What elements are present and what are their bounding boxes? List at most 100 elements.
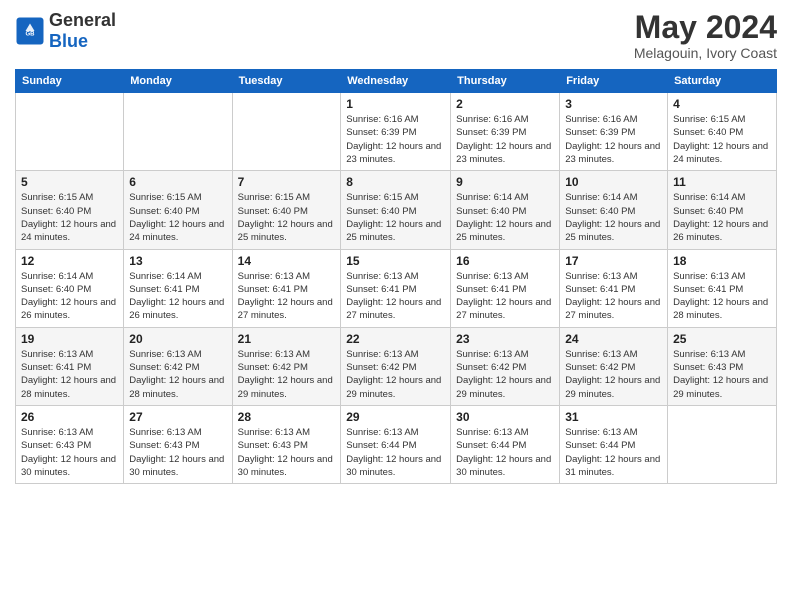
day-info: Sunrise: 6:13 AM Sunset: 6:44 PM Dayligh…: [565, 426, 662, 479]
day-number: 28: [238, 410, 336, 424]
calendar-cell: 15 Sunrise: 6:13 AM Sunset: 6:41 PM Dayli…: [341, 249, 451, 327]
calendar-cell: 7Sunrise: 6:15 AM Sunset: 6:40 PM Daylig…: [232, 171, 341, 249]
day-info: Sunrise: 6:13 AM Sunset: 6:42 PM Dayligh…: [238, 348, 336, 401]
calendar-cell: 12 Sunrise: 6:14 AM Sunset: 6:40 PM Dayli…: [16, 249, 124, 327]
calendar-cell: 16 Sunrise: 6:13 AM Sunset: 6:41 PM Dayli…: [451, 249, 560, 327]
calendar-cell: 23 Sunrise: 6:13 AM Sunset: 6:42 PM Dayli…: [451, 327, 560, 405]
day-number: 18: [673, 254, 771, 268]
logo-icon: GB: [15, 16, 45, 46]
day-info: Sunrise: 6:13 AM Sunset: 6:43 PM Dayligh…: [238, 426, 336, 479]
calendar-cell: 27 Sunrise: 6:13 AM Sunset: 6:43 PM Dayli…: [124, 405, 232, 483]
calendar-cell: [124, 93, 232, 171]
day-info: Sunrise: 6:14 AM Sunset: 6:40 PM Dayligh…: [456, 191, 554, 244]
week-row-3: 19 Sunrise: 6:13 AM Sunset: 6:41 PM Dayli…: [16, 327, 777, 405]
title-block: May 2024 Melagouin, Ivory Coast: [634, 10, 777, 61]
week-row-2: 12 Sunrise: 6:14 AM Sunset: 6:40 PM Dayli…: [16, 249, 777, 327]
day-number: 26: [21, 410, 118, 424]
day-info: Sunrise: 6:13 AM Sunset: 6:44 PM Dayligh…: [346, 426, 445, 479]
day-number: 10: [565, 175, 662, 189]
day-info: Sunrise: 6:13 AM Sunset: 6:41 PM Dayligh…: [456, 270, 554, 323]
header-cell-sunday: Sunday: [16, 70, 124, 93]
day-info: Sunrise: 6:13 AM Sunset: 6:43 PM Dayligh…: [673, 348, 771, 401]
day-info: Sunrise: 6:15 AM Sunset: 6:40 PM Dayligh…: [673, 113, 771, 166]
day-number: 1: [346, 97, 445, 111]
day-info: Sunrise: 6:13 AM Sunset: 6:42 PM Dayligh…: [456, 348, 554, 401]
day-info: Sunrise: 6:15 AM Sunset: 6:40 PM Dayligh…: [346, 191, 445, 244]
day-number: 15: [346, 254, 445, 268]
day-info: Sunrise: 6:13 AM Sunset: 6:42 PM Dayligh…: [565, 348, 662, 401]
calendar-cell: 11 Sunrise: 6:14 AM Sunset: 6:40 PM Dayli…: [668, 171, 777, 249]
day-info: Sunrise: 6:13 AM Sunset: 6:41 PM Dayligh…: [21, 348, 118, 401]
day-number: 20: [129, 332, 226, 346]
calendar-cell: 29 Sunrise: 6:13 AM Sunset: 6:44 PM Dayli…: [341, 405, 451, 483]
calendar-cell: 2Sunrise: 6:16 AM Sunset: 6:39 PM Daylig…: [451, 93, 560, 171]
day-info: Sunrise: 6:13 AM Sunset: 6:41 PM Dayligh…: [565, 270, 662, 323]
svg-text:GB: GB: [26, 32, 36, 38]
day-number: 2: [456, 97, 554, 111]
logo: GB General Blue: [15, 10, 116, 52]
header-cell-thursday: Thursday: [451, 70, 560, 93]
day-number: 25: [673, 332, 771, 346]
calendar-cell: 13Sunrise: 6:14 AM Sunset: 6:41 PM Dayli…: [124, 249, 232, 327]
header-cell-tuesday: Tuesday: [232, 70, 341, 93]
calendar-cell: 3Sunrise: 6:16 AM Sunset: 6:39 PM Daylig…: [560, 93, 668, 171]
calendar-cell: 10 Sunrise: 6:14 AM Sunset: 6:40 PM Dayli…: [560, 171, 668, 249]
calendar-cell: 8 Sunrise: 6:15 AM Sunset: 6:40 PM Daylig…: [341, 171, 451, 249]
calendar-table: SundayMondayTuesdayWednesdayThursdayFrid…: [15, 69, 777, 484]
calendar-header: SundayMondayTuesdayWednesdayThursdayFrid…: [16, 70, 777, 93]
day-info: Sunrise: 6:13 AM Sunset: 6:42 PM Dayligh…: [346, 348, 445, 401]
day-number: 14: [238, 254, 336, 268]
calendar-cell: [16, 93, 124, 171]
day-info: Sunrise: 6:13 AM Sunset: 6:44 PM Dayligh…: [456, 426, 554, 479]
logo-text: General Blue: [49, 10, 116, 52]
day-number: 17: [565, 254, 662, 268]
day-info: Sunrise: 6:16 AM Sunset: 6:39 PM Dayligh…: [565, 113, 662, 166]
day-number: 23: [456, 332, 554, 346]
calendar-cell: 19 Sunrise: 6:13 AM Sunset: 6:41 PM Dayli…: [16, 327, 124, 405]
day-number: 22: [346, 332, 445, 346]
header-cell-wednesday: Wednesday: [341, 70, 451, 93]
day-info: Sunrise: 6:14 AM Sunset: 6:40 PM Dayligh…: [21, 270, 118, 323]
week-row-4: 26 Sunrise: 6:13 AM Sunset: 6:43 PM Dayli…: [16, 405, 777, 483]
week-row-0: 1 Sunrise: 6:16 AM Sunset: 6:39 PM Daylig…: [16, 93, 777, 171]
subtitle: Melagouin, Ivory Coast: [634, 45, 777, 61]
header-cell-monday: Monday: [124, 70, 232, 93]
day-info: Sunrise: 6:13 AM Sunset: 6:41 PM Dayligh…: [238, 270, 336, 323]
day-number: 8: [346, 175, 445, 189]
day-info: Sunrise: 6:15 AM Sunset: 6:40 PM Dayligh…: [21, 191, 118, 244]
day-number: 16: [456, 254, 554, 268]
day-info: Sunrise: 6:14 AM Sunset: 6:40 PM Dayligh…: [673, 191, 771, 244]
calendar-cell: 30 Sunrise: 6:13 AM Sunset: 6:44 PM Dayli…: [451, 405, 560, 483]
calendar-cell: 26Sunrise: 6:13 AM Sunset: 6:43 PM Dayli…: [16, 405, 124, 483]
calendar-cell: [668, 405, 777, 483]
header-cell-friday: Friday: [560, 70, 668, 93]
day-number: 31: [565, 410, 662, 424]
calendar-cell: 1 Sunrise: 6:16 AM Sunset: 6:39 PM Daylig…: [341, 93, 451, 171]
main-title: May 2024: [634, 10, 777, 45]
calendar-cell: 31 Sunrise: 6:13 AM Sunset: 6:44 PM Dayli…: [560, 405, 668, 483]
day-info: Sunrise: 6:13 AM Sunset: 6:42 PM Dayligh…: [129, 348, 226, 401]
day-number: 9: [456, 175, 554, 189]
calendar-cell: 6Sunrise: 6:15 AM Sunset: 6:40 PM Daylig…: [124, 171, 232, 249]
day-info: Sunrise: 6:14 AM Sunset: 6:41 PM Dayligh…: [129, 270, 226, 323]
calendar-cell: 28 Sunrise: 6:13 AM Sunset: 6:43 PM Dayli…: [232, 405, 341, 483]
day-info: Sunrise: 6:16 AM Sunset: 6:39 PM Dayligh…: [346, 113, 445, 166]
day-info: Sunrise: 6:13 AM Sunset: 6:43 PM Dayligh…: [129, 426, 226, 479]
calendar-cell: 22 Sunrise: 6:13 AM Sunset: 6:42 PM Dayli…: [341, 327, 451, 405]
calendar-cell: 21Sunrise: 6:13 AM Sunset: 6:42 PM Dayli…: [232, 327, 341, 405]
day-number: 29: [346, 410, 445, 424]
day-number: 27: [129, 410, 226, 424]
logo-blue: Blue: [49, 31, 88, 51]
calendar-cell: 18 Sunrise: 6:13 AM Sunset: 6:41 PM Dayli…: [668, 249, 777, 327]
calendar-cell: 9 Sunrise: 6:14 AM Sunset: 6:40 PM Daylig…: [451, 171, 560, 249]
day-number: 11: [673, 175, 771, 189]
day-number: 19: [21, 332, 118, 346]
day-info: Sunrise: 6:13 AM Sunset: 6:41 PM Dayligh…: [346, 270, 445, 323]
day-info: Sunrise: 6:14 AM Sunset: 6:40 PM Dayligh…: [565, 191, 662, 244]
calendar-cell: 24Sunrise: 6:13 AM Sunset: 6:42 PM Dayli…: [560, 327, 668, 405]
header: GB General Blue May 2024 Melagouin, Ivor…: [15, 10, 777, 61]
day-info: Sunrise: 6:13 AM Sunset: 6:41 PM Dayligh…: [673, 270, 771, 323]
day-info: Sunrise: 6:15 AM Sunset: 6:40 PM Dayligh…: [238, 191, 336, 244]
day-number: 12: [21, 254, 118, 268]
day-number: 30: [456, 410, 554, 424]
